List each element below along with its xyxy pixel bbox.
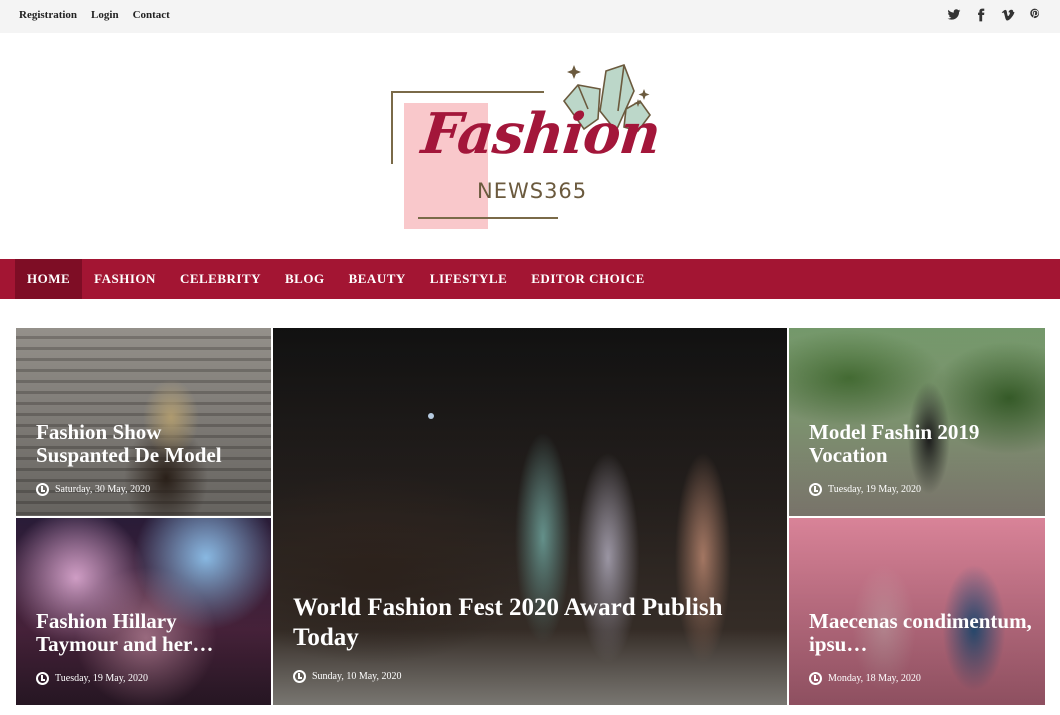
header-logo-area: Fashion NEWS365 [0,33,1060,259]
login-link[interactable]: Login [91,9,119,21]
logo-script-text: Fashion [418,101,664,167]
clock-icon [36,483,49,496]
nav-item-fashion[interactable]: FASHION [82,259,168,299]
post-title[interactable]: Model Fashin 2019 Vocation [809,421,1029,467]
top-bar: Registration Login Contact [0,0,1060,33]
post-meta: Sunday, 10 May, 2020 [293,670,402,683]
post-meta: Tuesday, 19 May, 2020 [36,672,148,685]
clock-icon [809,483,822,496]
post-date: Saturday, 30 May, 2020 [55,484,151,495]
post-card[interactable]: Maecenas condimentum, ipsu… Monday, 18 M… [789,518,1045,705]
post-card[interactable]: Model Fashin 2019 Vocation Tuesday, 19 M… [789,328,1045,516]
post-date: Sunday, 10 May, 2020 [312,671,402,682]
post-card[interactable]: Fashion Hillary Taymour and her… Tuesday… [16,518,271,705]
post-title[interactable]: Fashion Hillary Taymour and her… [36,610,256,656]
clock-icon [809,672,822,685]
post-meta: Saturday, 30 May, 2020 [36,483,150,496]
nav-item-celebrity[interactable]: CELEBRITY [168,259,273,299]
post-meta: Tuesday, 19 May, 2020 [809,483,921,496]
main-nav: HOME FASHION CELEBRITY BLOG BEAUTY LIFES… [0,259,1060,299]
post-title[interactable]: World Fashion Fest 2020 Award Publish To… [293,593,773,653]
social-links [947,7,1042,22]
post-card[interactable]: Fashion Show Suspanted De Model Saturday… [16,328,271,516]
site-logo[interactable]: Fashion NEWS365 [388,61,678,231]
nav-item-beauty[interactable]: BEAUTY [337,259,418,299]
top-links: Registration Login Contact [19,9,170,21]
post-title[interactable]: Fashion Show Suspanted De Model [36,421,256,467]
logo-sub-text: NEWS365 [477,179,588,203]
post-meta: Monday, 18 May, 2020 [809,672,921,685]
vimeo-icon[interactable] [1001,7,1015,21]
clock-icon [293,670,306,683]
pinterest-icon[interactable] [1028,7,1042,21]
nav-item-lifestyle[interactable]: LIFESTYLE [418,259,519,299]
contact-link[interactable]: Contact [133,9,170,21]
clock-icon [36,672,49,685]
post-date: Tuesday, 19 May, 2020 [55,673,149,684]
nav-item-blog[interactable]: BLOG [273,259,337,299]
twitter-icon[interactable] [947,7,961,21]
post-date: Tuesday, 19 May, 2020 [828,484,922,495]
nav-item-home[interactable]: HOME [15,259,83,299]
post-title[interactable]: Maecenas condimentum, ipsu… [809,610,1034,656]
featured-post-card[interactable]: World Fashion Fest 2020 Award Publish To… [273,328,787,705]
registration-link[interactable]: Registration [19,9,77,21]
post-date: Monday, 18 May, 2020 [828,673,921,684]
nav-item-editor-choice[interactable]: EDITOR CHOICE [519,259,657,299]
facebook-icon[interactable] [974,7,988,22]
